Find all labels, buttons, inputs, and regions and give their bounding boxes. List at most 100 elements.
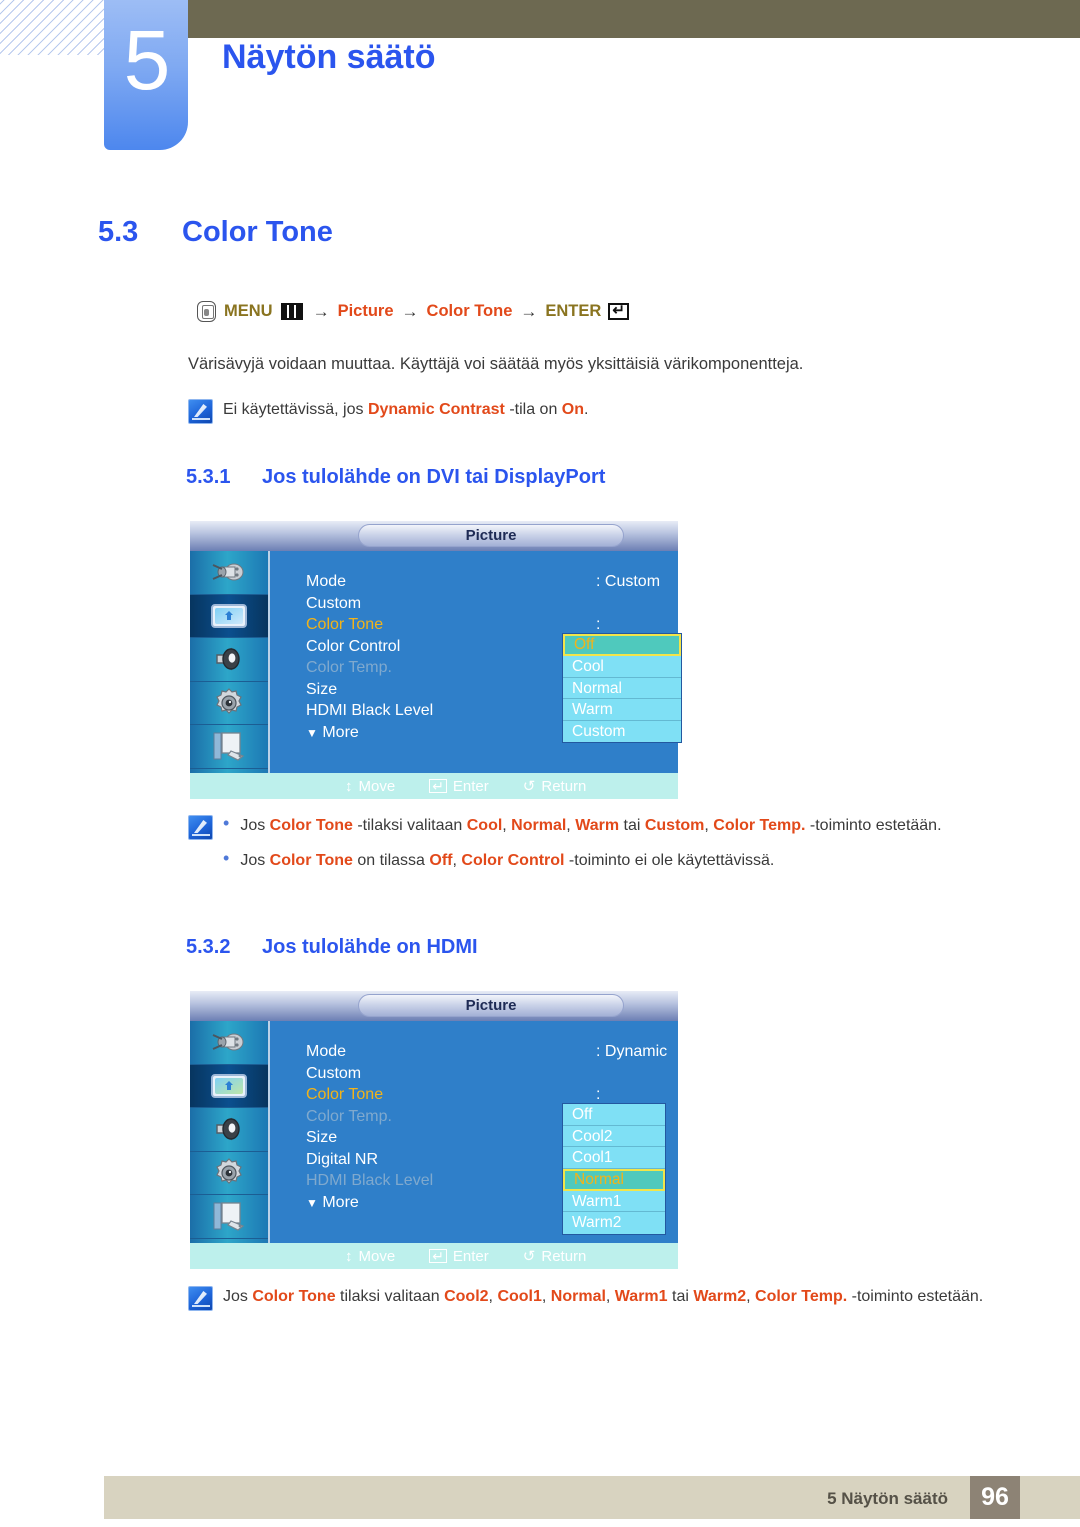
osd-row[interactable]: Digital NR: <box>306 1149 600 1171</box>
dropdown-option[interactable]: Off <box>563 1104 665 1126</box>
sidebar-item-input-source[interactable] <box>190 1021 268 1065</box>
menu-bars-icon <box>280 303 303 320</box>
osd-row[interactable]: Mode: Custom <box>306 571 660 593</box>
sidebar-item-multi-control[interactable] <box>190 725 268 769</box>
bullet-dot-icon: • <box>223 813 230 833</box>
osd-row[interactable]: Size: <box>306 1127 600 1149</box>
note-bullet-text: Jos Color Tone -tilaksi valitaan Cool, N… <box>240 817 942 834</box>
osd-row-label: Custom <box>306 1064 362 1082</box>
sidebar-item-sound[interactable] <box>190 638 268 682</box>
osd-title-text: Picture <box>465 997 517 1014</box>
menu-path-item-picture: Picture <box>337 302 394 320</box>
osd-dropdown-color-tone-2[interactable]: Off Cool2 Cool1 Normal Warm1 Warm2 <box>562 1103 666 1235</box>
sidebar-item-setup[interactable] <box>190 1152 268 1195</box>
footer-chapter-text: 5 Näytön säätö <box>827 1489 948 1508</box>
menu-path-item-color-tone: Color Tone <box>426 302 513 320</box>
section-title: Color Tone <box>182 216 333 248</box>
subsection-title-531: Jos tulolähde on DVI tai DisplayPort <box>262 466 606 488</box>
picture-icon <box>211 603 247 628</box>
sidebar-item-setup[interactable] <box>190 682 268 725</box>
osd-screenshot-hdmi: Picture Mode: Dynamic Custom Color Tone … <box>190 991 678 1269</box>
dropdown-option[interactable]: Custom <box>563 720 681 742</box>
menu-path-enter-label: ENTER <box>545 302 602 320</box>
sidebar-item-picture[interactable] <box>190 594 268 638</box>
input-source-icon <box>212 1033 244 1051</box>
sidebar-item-input-source[interactable] <box>190 551 268 595</box>
chapter-number-tab: 5 <box>104 0 188 150</box>
multi-control-icon <box>213 1202 245 1231</box>
osd-row-label: Color Temp. <box>306 1107 392 1125</box>
setup-gear-icon <box>216 1157 242 1184</box>
osd-row[interactable]: Custom <box>306 1063 433 1085</box>
osd-enter-hint: Enter <box>429 778 489 795</box>
osd-row[interactable]: Mode: Dynamic <box>306 1041 667 1063</box>
osd-row-selected[interactable]: Color Tone: <box>306 614 600 636</box>
input-source-icon <box>212 563 244 581</box>
menu-path-menu-label: MENU <box>224 302 273 320</box>
multi-control-icon <box>213 732 245 761</box>
chevron-down-icon: ▼ <box>306 725 318 740</box>
sidebar-item-picture[interactable] <box>190 1064 268 1108</box>
osd-return-hint: Return <box>523 777 586 795</box>
osd-more-row[interactable]: ▼ More <box>306 1192 433 1214</box>
chapter-title: Näytön säätö <box>222 38 436 76</box>
dropdown-option[interactable]: Cool1 <box>563 1147 665 1169</box>
subsection-heading-531: 5.3.1 Jos tulolähde on DVI tai DisplayPor… <box>186 466 605 489</box>
note-bullet-text: Jos Color Tone on tilassa Off, Color Con… <box>240 851 775 869</box>
osd-row-label: Custom <box>306 594 362 612</box>
osd-bottom-bar: Move Enter Return <box>190 1243 678 1269</box>
osd-row-label: Size <box>306 1129 338 1146</box>
bullet-dot-icon: • <box>223 847 230 868</box>
osd-row-disabled: Color Temp.: <box>306 657 600 679</box>
dropdown-option[interactable]: Normal <box>563 677 681 699</box>
osd-row-value: : Dynamic <box>596 1043 668 1060</box>
osd-more-row[interactable]: ▼ More <box>306 722 433 744</box>
picture-icon <box>211 1073 247 1098</box>
osd-row-label: Digital NR <box>306 1150 379 1168</box>
dropdown-option[interactable]: Cool <box>563 656 681 678</box>
dropdown-option-selected[interactable]: Off <box>563 634 681 656</box>
note-pencil-icon <box>188 399 213 424</box>
notes-list-1: • Jos Color Tone -tilaksi valitaan Cool,… <box>223 813 942 884</box>
osd-row[interactable]: Custom <box>306 593 433 615</box>
osd-row-label: Color Tone <box>306 616 384 633</box>
menu-path-arrow-2: → <box>401 301 419 321</box>
decorative-hatch-pattern <box>0 0 108 55</box>
osd-row[interactable]: Size: <box>306 679 600 701</box>
osd-menu-rows-1: Mode: Custom Custom Color Tone: Color Co… <box>306 571 660 744</box>
subsection-number-531: 5.3.1 <box>186 466 231 488</box>
osd-row[interactable]: HDMI Black Level: <box>306 700 600 722</box>
osd-row-label: HDMI Black Level <box>306 1172 434 1189</box>
notes-block-2: Jos Color Tone tilaksi valitaan Cool2, C… <box>188 1285 988 1311</box>
osd-row-label: Color Control <box>306 637 401 655</box>
sidebar-item-multi-control[interactable] <box>190 1195 268 1239</box>
osd-title-bar: Picture <box>190 991 678 1021</box>
osd-row-label: Size <box>306 680 338 698</box>
dropdown-option[interactable]: Warm1 <box>563 1190 665 1212</box>
osd-bottom-bar: Move Enter Return <box>190 773 678 799</box>
osd-dropdown-color-tone-1[interactable]: Off Cool Normal Warm Custom <box>562 633 682 743</box>
osd-row-disabled: HDMI Black Level: <box>306 1170 600 1192</box>
osd-body: Mode: Custom Custom Color Tone: Color Co… <box>272 551 682 799</box>
osd-menu-rows-2: Mode: Dynamic Custom Color Tone: Color T… <box>306 1041 667 1214</box>
note-bullet: • Jos Color Tone on tilassa Off, Color C… <box>223 847 942 874</box>
osd-move-hint: Move <box>345 778 396 795</box>
dropdown-option-selected[interactable]: Normal <box>563 1168 665 1191</box>
dropdown-option[interactable]: Warm2 <box>563 1212 665 1234</box>
note-bullet-text: Jos Color Tone tilaksi valitaan Cool2, C… <box>223 1288 984 1305</box>
note-pencil-icon <box>188 1286 213 1311</box>
remote-button-icon <box>197 301 216 322</box>
dropdown-option[interactable]: Warm <box>563 699 681 721</box>
osd-title-text: Picture <box>465 527 517 544</box>
note-pencil-icon <box>188 815 213 840</box>
osd-icon-sidebar <box>190 1021 270 1269</box>
intro-paragraph: Värisävyjä voidaan muuttaa. Käyttäjä voi… <box>188 355 804 373</box>
osd-more-label: More <box>322 1193 359 1211</box>
subsection-number-532: 5.3.2 <box>186 936 231 958</box>
osd-screenshot-dvi: Picture Mode: Custom Custom Color Tone:… <box>190 521 682 799</box>
osd-row-value: : Custom <box>596 573 661 590</box>
osd-row-selected[interactable]: Color Tone: <box>306 1084 600 1106</box>
sidebar-item-sound[interactable] <box>190 1108 268 1152</box>
dropdown-option[interactable]: Cool2 <box>563 1125 665 1147</box>
osd-row[interactable]: Color Control <box>306 636 433 658</box>
